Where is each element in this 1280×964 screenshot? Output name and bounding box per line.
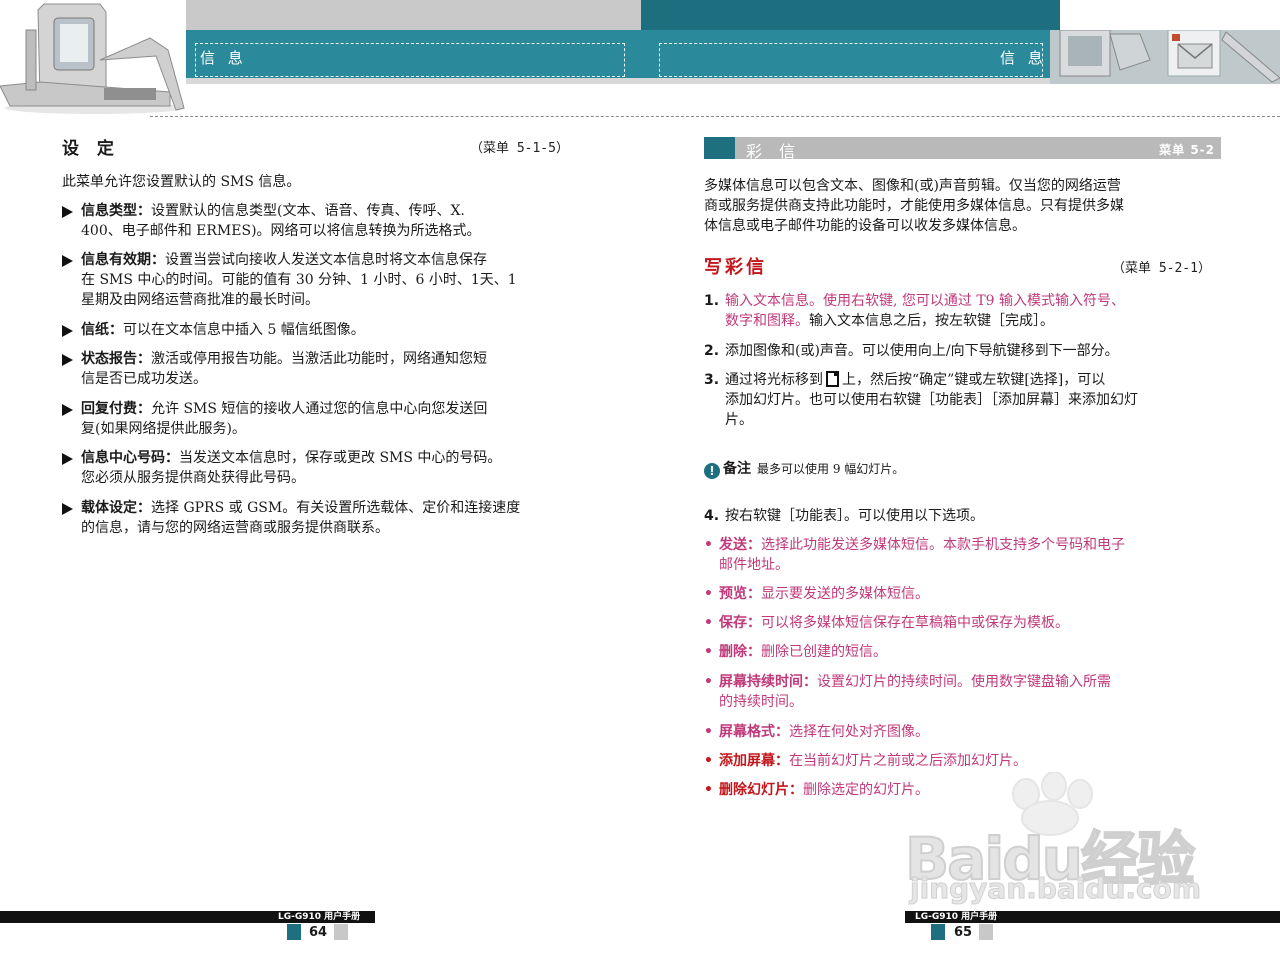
step-1: 1. 输入文本信息。使用右软键, 您可以通过 T9 输入模式输入符号、 数字和图… <box>704 293 1126 329</box>
triangle-bullet-icon <box>62 354 73 366</box>
mms-intro: 多媒体信息可以包含文本、图像和(或)声音剪辑。仅当您的网络运营 商或服务提供商支… <box>704 178 1124 234</box>
triangle-bullet-icon <box>62 206 73 218</box>
triangle-bullet-icon <box>62 255 73 267</box>
header-underline-left <box>186 78 641 84</box>
page-number-right: 65 <box>954 925 973 940</box>
step-4: 4. 按右软键［功能表］。可以使用以下选项。 <box>704 508 984 524</box>
bullet-dot-icon: • <box>704 537 713 553</box>
triangle-bullet-icon <box>62 453 73 465</box>
note-label: 备注 <box>723 461 751 477</box>
bullet-dot-icon: • <box>704 724 713 740</box>
list-item-message-type: 信息类型：设置默认的信息类型(文本、语音、传真、传呼、X. 400、电子邮件和 … <box>62 201 582 241</box>
step-2: 2. 添加图像和(或)声音。可以使用向上/向下导航键移到下一部分。 <box>704 343 1119 359</box>
step-3: 3. 通过将光标移到 上，然后按“确定”键或左软键[选择]，可以 添加幻灯片。也可… <box>704 371 1138 428</box>
bullet-dot-icon: • <box>704 586 713 602</box>
footer-grey-square-right <box>979 924 993 940</box>
bullet-dot-icon: • <box>704 674 713 690</box>
list-item-status-report: 状态报告：激活或停用报告功能。当激活此功能时，网络通知您短 信是否已成功发送。 <box>62 349 582 389</box>
list-item-bearer-setting: 载体设定：选择 GPRS 或 GSM。有关设置所选载体、定价和连接速度 的信息，… <box>62 498 582 538</box>
option-preview: • 预览：显示要发送的多媒体短信。 <box>704 586 929 602</box>
bullet-dot-icon: • <box>704 782 713 798</box>
option-delete: • 删除：删除已创建的短信。 <box>704 644 887 660</box>
option-send: • 发送：选择此功能发送多媒体短信。本款手机支持多个号码和电子 邮件地址。 <box>704 537 1125 573</box>
bullet-dot-icon: • <box>704 753 713 769</box>
mms-section-bar: 彩 信 菜单 5-2 <box>704 137 1221 161</box>
list-item-reply-charging: 回复付费：允许 SMS 短信的接收人通过您的信息中心向您发送回 复(如果网络提供… <box>62 399 582 439</box>
header-dashed-rule <box>150 116 1280 117</box>
phone-envelope-illustration-right <box>1050 30 1280 84</box>
list-item-letter-paper: 信纸：可以在文本信息中插入 5 幅信纸图像。 <box>62 320 582 340</box>
footer-teal-square-right <box>931 924 945 940</box>
triangle-bullet-icon <box>62 404 73 416</box>
footer-manual-title-right: LG-G910 用户手册 <box>915 912 998 922</box>
bullet-dot-icon: • <box>704 644 713 660</box>
option-save: • 保存：可以将多媒体短信保存在草稿箱中或保存为模板。 <box>704 615 1069 631</box>
page-number-left: 64 <box>309 925 328 940</box>
bullet-dot-icon: • <box>704 615 713 631</box>
intro-text: 此菜单允许您设置默认的 SMS 信息。 <box>62 174 301 190</box>
note-text: 最多可以使用 9 幅幻灯片。 <box>757 462 905 476</box>
option-screen-format: • 屏幕格式：选择在何处对齐图像。 <box>704 724 929 740</box>
footer-teal-square-left <box>287 924 301 940</box>
header-title-right: 信 息 <box>1000 49 1047 67</box>
mms-bar-menu-ref: 菜单 5-2 <box>1159 143 1215 157</box>
mms-bar-title: 彩 信 <box>746 142 802 161</box>
header-title-left: 信 息 <box>200 49 247 67</box>
header-band-dark-right <box>641 0 1060 30</box>
list-item-validity-period: 信息有效期：设置当尝试向接收人发送文本信息时将文本信息保存 在 SMS 中心的时… <box>62 250 582 310</box>
note: ! 备注 最多可以使用 9 幅幻灯片。 <box>704 458 904 479</box>
section-title-write-mms: 写彩信 <box>704 257 767 278</box>
menu-reference: （菜单 5-1-5） <box>470 141 569 156</box>
write-mms-menu-reference: （菜单 5-2-1） <box>1112 261 1211 276</box>
option-screen-duration: • 屏幕持续时间：设置幻灯片的持续时间。使用数字键盘输入所需 的持续时间。 <box>704 674 1111 710</box>
slide-page-icon <box>826 371 839 387</box>
header-band-grey-left <box>186 0 641 30</box>
section-bar-square <box>704 137 735 159</box>
section-title-settings: 设 定 <box>62 139 120 159</box>
option-add-screen: • 添加屏幕：在当前幻灯片之前或之后添加幻灯片。 <box>704 753 1027 769</box>
exclamation-icon: ! <box>704 463 720 479</box>
footer-manual-title-left: LG-G910 用户手册 <box>278 912 361 922</box>
header-frame-left <box>195 43 625 77</box>
triangle-bullet-icon <box>62 503 73 515</box>
phone-illustration-left <box>0 0 186 116</box>
header-frame-right <box>659 43 1043 77</box>
footer-grey-square-left <box>334 924 348 940</box>
list-item-message-center-number: 信息中心号码：当发送文本信息时，保存或更改 SMS 中心的号码。 您必须从服务提… <box>62 448 582 488</box>
triangle-bullet-icon <box>62 325 73 337</box>
watermark-url: jingyan.baidu.com <box>909 872 1202 906</box>
